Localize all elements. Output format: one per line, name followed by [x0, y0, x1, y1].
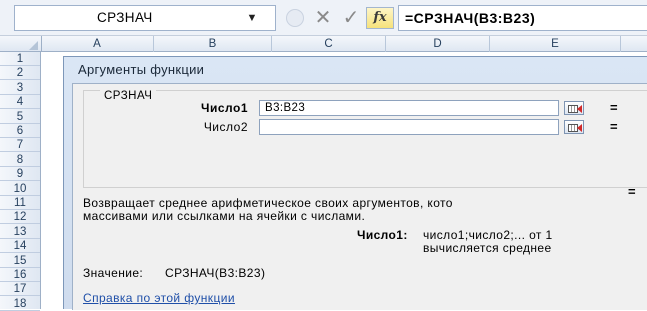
arg-help-text: число1;число2;... от 1	[423, 228, 553, 242]
row-header[interactable]: 9	[0, 167, 40, 181]
dialog-title: Аргументы функции	[78, 62, 205, 77]
name-box[interactable]: СРЗНАЧ	[14, 5, 276, 31]
row-header[interactable]: 4	[0, 95, 40, 109]
select-all-triangle-icon	[29, 41, 38, 50]
formula-bar: СРЗНАЧ ▼ ✕ ✓ fx =СРЗНАЧ(B3:B23)	[0, 0, 647, 36]
column-headers: A B C D E	[0, 36, 647, 52]
select-all-corner[interactable]	[0, 36, 42, 52]
help-link[interactable]: Справка по этой функции	[83, 291, 235, 305]
arg1-equals: =	[610, 100, 618, 115]
chevron-down-icon[interactable]: ▼	[241, 5, 263, 31]
result-equals: =	[628, 184, 636, 199]
separator-handle	[286, 9, 304, 27]
cancel-icon[interactable]: ✕	[312, 6, 334, 30]
arguments-group: СРЗНАЧ Число1 B3:B23 = Число2 =	[83, 90, 647, 188]
row-headers: 1 2 3 4 5 6 7 8 9 10 11 12 13 14 15 16 1…	[0, 52, 41, 311]
arg-help-label: Число1:	[357, 228, 408, 242]
row-header[interactable]: 11	[0, 196, 40, 210]
row-header[interactable]: 2	[0, 66, 40, 80]
arg1-label: Число1	[201, 101, 248, 115]
row-header[interactable]: 17	[0, 282, 40, 296]
row-header[interactable]: 10	[0, 182, 40, 196]
row-header[interactable]: 12	[0, 210, 40, 224]
row-header[interactable]: 5	[0, 110, 40, 124]
enter-icon[interactable]: ✓	[340, 6, 362, 30]
collapse-dialog-icon[interactable]	[564, 120, 584, 134]
row-header[interactable]: 14	[0, 239, 40, 253]
column-header-a[interactable]: A	[41, 36, 154, 52]
column-header-d[interactable]: D	[386, 36, 490, 52]
formula-input[interactable]: =СРЗНАЧ(B3:B23)	[398, 5, 647, 31]
red-arrow-icon	[577, 124, 582, 132]
function-arguments-dialog[interactable]: Аргументы функции СРЗНАЧ Число1 B3:B23 =…	[63, 56, 647, 310]
red-arrow-icon	[577, 105, 582, 113]
column-header-c[interactable]: C	[272, 36, 386, 52]
collapse-dialog-icon[interactable]	[564, 101, 584, 115]
arg1-input[interactable]: B3:B23	[259, 100, 559, 116]
arg2-equals: =	[610, 119, 618, 134]
row-header[interactable]: 3	[0, 81, 40, 95]
column-header-b[interactable]: B	[154, 36, 272, 52]
row-header[interactable]: 16	[0, 268, 40, 282]
fx-icon[interactable]: fx	[366, 7, 394, 29]
row-header[interactable]: 7	[0, 138, 40, 152]
function-description: Возвращает среднее арифметическое своих …	[83, 196, 453, 210]
row-header[interactable]: 15	[0, 254, 40, 268]
dialog-body: СРЗНАЧ Число1 B3:B23 = Число2 = = Возвра…	[72, 83, 647, 310]
arg-help-text-2: вычисляется среднее	[423, 241, 552, 255]
value-text: СРЗНАЧ(B3:B23)	[165, 266, 266, 280]
value-label: Значение:	[83, 266, 144, 280]
function-description-2: массивами или ссылками на ячейки с числа…	[83, 209, 366, 223]
column-header-e[interactable]: E	[490, 36, 621, 52]
arg2-label: Число2	[203, 120, 248, 134]
row-header[interactable]: 13	[0, 225, 40, 239]
row-header[interactable]: 1	[0, 52, 40, 66]
row-header[interactable]: 8	[0, 153, 40, 167]
arg2-input[interactable]	[259, 119, 559, 135]
row-header[interactable]: 6	[0, 124, 40, 138]
